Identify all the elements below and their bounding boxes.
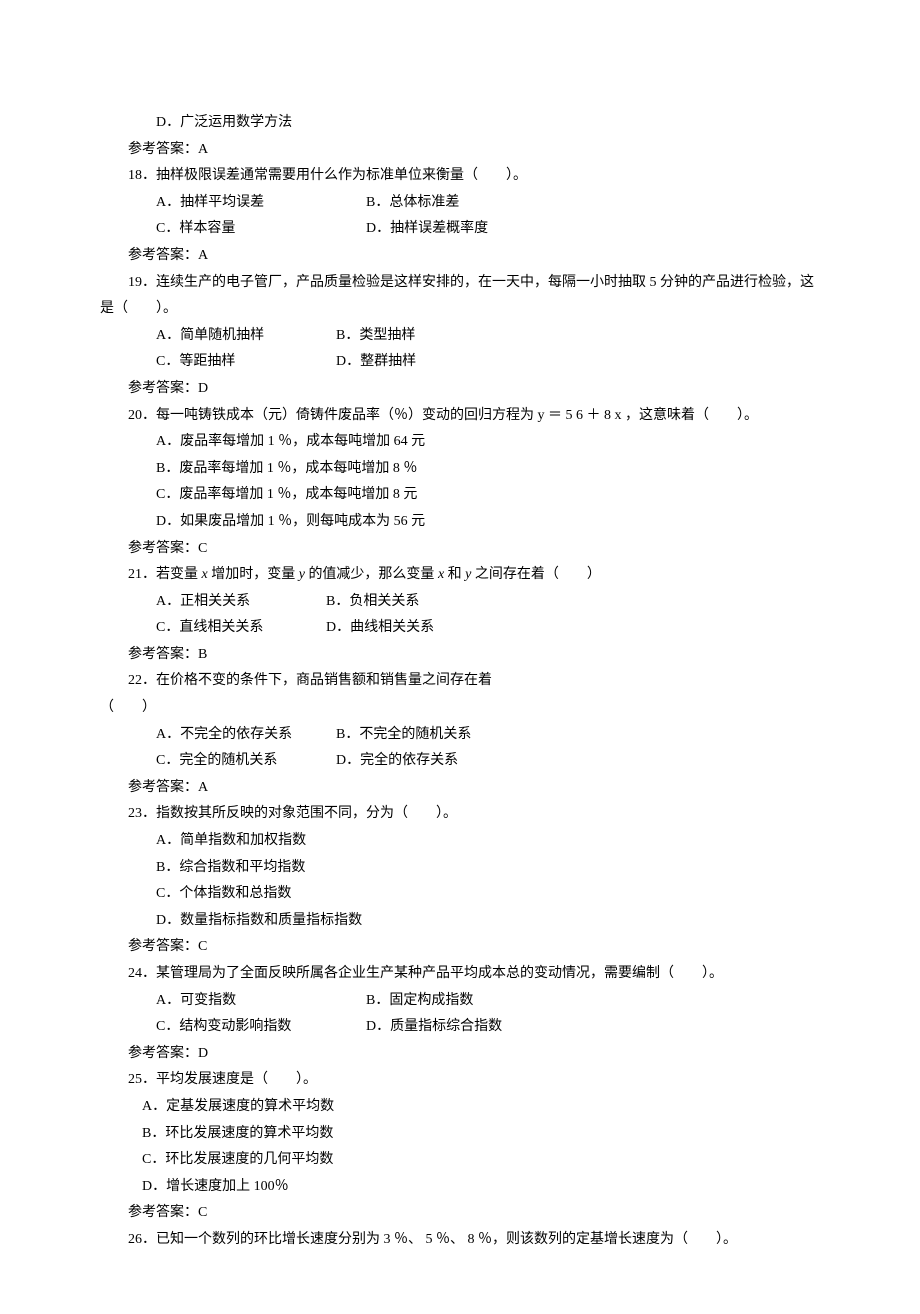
option-a-23: A．简单指数和加权指数 bbox=[100, 828, 820, 855]
q21-text-1: 21．若变量 bbox=[128, 567, 202, 582]
options-22-row2: C．完全的随机关系 D．完全的依存关系 bbox=[100, 748, 820, 775]
options-21-row2: C．直线相关关系 D．曲线相关关系 bbox=[100, 615, 820, 642]
q21-text-4: 和 bbox=[444, 567, 465, 582]
options-24-row1: A．可变指数 B．固定构成指数 bbox=[100, 988, 820, 1015]
question-18: 18．抽样极限误差通常需要用什么作为标准单位来衡量（ ）。 bbox=[100, 163, 820, 190]
options-18-row2: C．样本容量 D．抽样误差概率度 bbox=[100, 216, 820, 243]
options-22-row1: A．不完全的依存关系 B．不完全的随机关系 bbox=[100, 722, 820, 749]
answer-17: 参考答案：A bbox=[100, 137, 820, 164]
q21-text-2: 增加时，变量 bbox=[208, 567, 299, 582]
option-d-20: D．如果废品增加 1 ％，则每吨成本为 56 元 bbox=[100, 509, 820, 536]
option-c-23: C．个体指数和总指数 bbox=[100, 881, 820, 908]
answer-20: 参考答案：C bbox=[100, 536, 820, 563]
option-c-25: C．环比发展速度的几何平均数 bbox=[100, 1147, 820, 1174]
option-c-19: C．等距抽样 bbox=[156, 349, 336, 376]
option-c-18: C．样本容量 bbox=[156, 216, 366, 243]
answer-25: 参考答案：C bbox=[100, 1200, 820, 1227]
q21-text-3: 的值减少，那么变量 bbox=[305, 567, 438, 582]
option-a-25: A．定基发展速度的算术平均数 bbox=[100, 1094, 820, 1121]
option-a-24: A．可变指数 bbox=[156, 988, 366, 1015]
option-c-20: C．废品率每增加 1 ％，成本每吨增加 8 元 bbox=[100, 482, 820, 509]
option-b-23: B．综合指数和平均指数 bbox=[100, 855, 820, 882]
option-c-24: C．结构变动影响指数 bbox=[156, 1014, 366, 1041]
option-b-21: B．负相关关系 bbox=[326, 589, 419, 616]
option-b-20: B．废品率每增加 1 ％，成本每吨增加 8 ％ bbox=[100, 456, 820, 483]
question-23: 23．指数按其所反映的对象范围不同，分为（ ）。 bbox=[100, 801, 820, 828]
options-18-row1: A．抽样平均误差 B．总体标准差 bbox=[100, 190, 820, 217]
option-d-25: D．增长速度加上 100％ bbox=[100, 1174, 820, 1201]
answer-21: 参考答案：B bbox=[100, 642, 820, 669]
option-d-19: D．整群抽样 bbox=[336, 349, 416, 376]
answer-22: 参考答案：A bbox=[100, 775, 820, 802]
option-d-23: D．数量指标指数和质量指标指数 bbox=[100, 908, 820, 935]
question-21: 21．若变量 x 增加时，变量 y 的值减少，那么变量 x 和 y 之间存在着（… bbox=[100, 562, 820, 589]
option-d-21: D．曲线相关关系 bbox=[326, 615, 434, 642]
option-d-24: D．质量指标综合指数 bbox=[366, 1014, 502, 1041]
option-b-22: B．不完全的随机关系 bbox=[336, 722, 471, 749]
options-24-row2: C．结构变动影响指数 D．质量指标综合指数 bbox=[100, 1014, 820, 1041]
option-a-22: A．不完全的依存关系 bbox=[156, 722, 336, 749]
options-19-row1: A．简单随机抽样 B．类型抽样 bbox=[100, 323, 820, 350]
answer-19: 参考答案：D bbox=[100, 376, 820, 403]
options-19-row2: C．等距抽样 D．整群抽样 bbox=[100, 349, 820, 376]
option-a-19: A．简单随机抽样 bbox=[156, 323, 336, 350]
option-c-22: C．完全的随机关系 bbox=[156, 748, 336, 775]
option-a-18: A．抽样平均误差 bbox=[156, 190, 366, 217]
question-25: 25．平均发展速度是（ ）。 bbox=[100, 1067, 820, 1094]
answer-24: 参考答案：D bbox=[100, 1041, 820, 1068]
option-d-18: D．抽样误差概率度 bbox=[366, 216, 488, 243]
option-b-18: B．总体标准差 bbox=[366, 190, 459, 217]
question-22-cont: （ ） bbox=[100, 695, 820, 722]
option-a-20: A．废品率每增加 1 ％，成本每吨增加 64 元 bbox=[100, 429, 820, 456]
option-a-21: A．正相关关系 bbox=[156, 589, 326, 616]
answer-18: 参考答案：A bbox=[100, 243, 820, 270]
question-26: 26．已知一个数列的环比增长速度分别为 3 ％、 5 ％、 8 ％，则该数列的定… bbox=[100, 1227, 820, 1254]
option-c-21: C．直线相关关系 bbox=[156, 615, 326, 642]
options-21-row1: A．正相关关系 B．负相关关系 bbox=[100, 589, 820, 616]
option-d-22: D．完全的依存关系 bbox=[336, 748, 458, 775]
question-19: 19．连续生产的电子管厂，产品质量检验是这样安排的，在一天中，每隔一小时抽取 5… bbox=[100, 270, 820, 323]
document-page: D．广泛运用数学方法 参考答案：A 18．抽样极限误差通常需要用什么作为标准单位… bbox=[0, 0, 920, 1314]
question-24: 24．某管理局为了全面反映所属各企业生产某种产品平均成本总的变动情况，需要编制（… bbox=[100, 961, 820, 988]
answer-23: 参考答案：C bbox=[100, 934, 820, 961]
q21-text-5: 之间存在着（ ） bbox=[471, 567, 601, 582]
option-d-17: D．广泛运用数学方法 bbox=[100, 110, 820, 137]
option-b-24: B．固定构成指数 bbox=[366, 988, 473, 1015]
option-b-19: B．类型抽样 bbox=[336, 323, 415, 350]
question-20: 20．每一吨铸铁成本（元）倚铸件废品率（％）变动的回归方程为 y ＝ 5 6 ＋… bbox=[100, 403, 820, 430]
question-22: 22．在价格不变的条件下，商品销售额和销售量之间存在着 bbox=[100, 668, 820, 695]
option-b-25: B．环比发展速度的算术平均数 bbox=[100, 1121, 820, 1148]
